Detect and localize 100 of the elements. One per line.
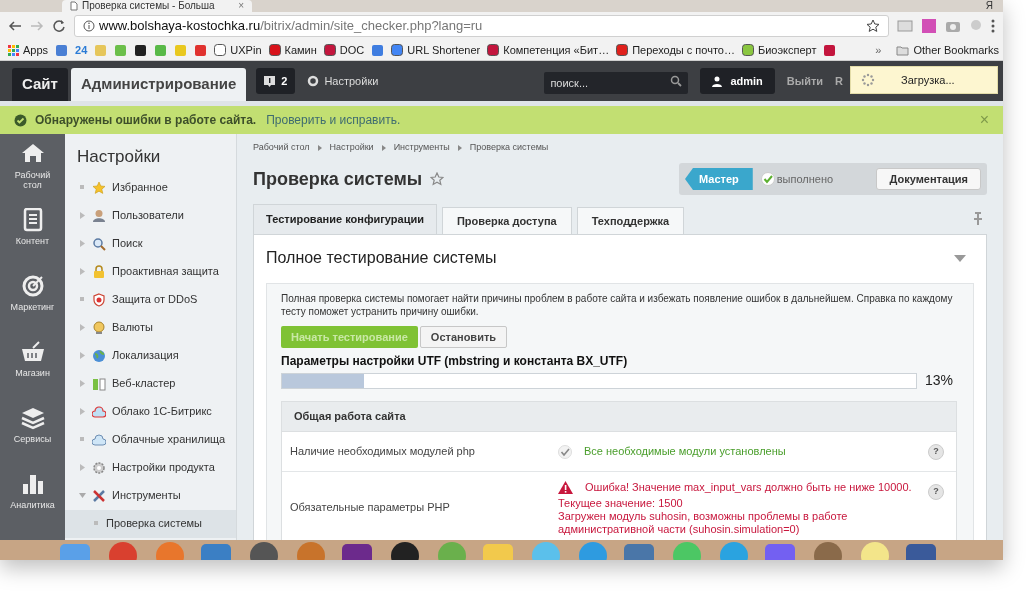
table-cell-text: Обязательные параметры PHP xyxy=(290,500,450,516)
breadcrumb-link[interactable]: Настройки xyxy=(329,141,374,155)
search-icon xyxy=(670,75,683,87)
stop-button[interactable]: Остановить xyxy=(419,326,508,348)
logout-link[interactable]: Выйти xyxy=(786,72,824,90)
nav-item[interactable]: Рабочий стол xyxy=(2,142,63,196)
menu-item[interactable]: Валюты xyxy=(65,313,236,342)
lock-icon xyxy=(92,264,106,279)
breadcrumb-link[interactable]: Рабочий стол xyxy=(253,141,310,155)
nav-item[interactable]: Маркетинг xyxy=(2,274,63,328)
help-button[interactable]: ? xyxy=(928,484,944,500)
chevron-icon xyxy=(457,145,462,151)
breadcrumb-link[interactable]: Проверка системы xyxy=(469,141,549,155)
collapse-arrow-icon xyxy=(79,492,86,499)
bookmark-link[interactable]: Переходы с почто… xyxy=(616,41,735,59)
more-bookmarks-button[interactable]: » xyxy=(875,41,882,59)
info-icon xyxy=(83,20,95,32)
pin-icon xyxy=(973,212,983,226)
menu-item[interactable]: Проверка системы xyxy=(65,509,236,538)
browser-tab[interactable]: Проверка системы - Больша × xyxy=(62,0,252,12)
menu-item[interactable]: Защита от DDoS xyxy=(65,285,236,314)
expand-arrow-icon xyxy=(79,380,86,387)
bullet-icon xyxy=(79,436,86,443)
address-field[interactable]: www.bolshaya-kostochka.ru/bitrix/admin/site_checker.php?lang=ru xyxy=(74,15,889,37)
description-text: Полная проверка системы помогает найти причины проблем в работе сайта и избежать появление ошибок в дальнейшем. Справка по каждому тесту поможет устранить причину ошибки. xyxy=(281,292,954,318)
status-message: Все необходимые модули установлены xyxy=(584,444,786,460)
cloud-icon xyxy=(92,404,106,419)
bookmark-link[interactable]: Камин xyxy=(268,41,317,59)
expand-arrow-icon xyxy=(79,268,86,275)
camera-icon xyxy=(945,19,961,33)
url-text: www.bolshaya-kostochka.ru/bitrix/admin/site_checker.php?lang=ru xyxy=(99,17,483,36)
expand-arrow-icon xyxy=(79,240,86,247)
menu-item[interactable]: Инструменты xyxy=(65,481,236,510)
tab[interactable]: Техподдержка xyxy=(576,207,685,234)
alert-text: Обнаружены ошибки в работе сайта. xyxy=(35,112,257,129)
bookmark-link[interactable]: Apps xyxy=(8,41,49,59)
loading-text: Загрузка... xyxy=(901,72,955,88)
menu-item[interactable]: Пользователи xyxy=(65,201,236,230)
admin-tab[interactable]: Сайт xyxy=(12,68,68,101)
bookmark-link[interactable]: 24 xyxy=(75,41,88,59)
menu-item[interactable]: Веб-кластер xyxy=(65,369,236,398)
apps-icon xyxy=(8,44,19,56)
documentation-button[interactable]: Документация xyxy=(876,168,981,190)
basket-icon xyxy=(20,340,45,364)
table-group-header: Общая работа сайта xyxy=(282,402,956,432)
breadcrumb-link[interactable]: Инструменты xyxy=(393,141,450,155)
status-message: Ошибка! Значение max_input_vars должно быть не ниже 10000. xyxy=(585,479,912,495)
menu-item[interactable]: Облако 1С-Битрикс xyxy=(65,397,236,426)
status-label: выполнено xyxy=(760,170,834,188)
extension-icon xyxy=(921,18,937,34)
layers-icon xyxy=(20,406,45,430)
bookmark-link[interactable]: URL Shortener xyxy=(391,41,481,59)
shield-icon xyxy=(92,292,106,307)
expand-arrow-icon xyxy=(79,212,86,219)
star-icon xyxy=(866,19,880,33)
close-icon[interactable]: × xyxy=(238,1,244,11)
collapse-icon xyxy=(954,254,966,262)
bookmark-link[interactable]: Компетенция «Бит… xyxy=(487,41,610,59)
notifications-button[interactable]: 2 xyxy=(256,68,296,94)
menu-item[interactable]: Избранное xyxy=(65,173,236,202)
expand-arrow-icon xyxy=(79,408,86,415)
bookmark-icon[interactable] xyxy=(134,43,148,57)
settings-link[interactable]: Настройки xyxy=(307,72,379,90)
table-cell-text: Наличие необходимых модулей php xyxy=(290,444,475,460)
expand-arrow-icon xyxy=(79,464,86,471)
warning-icon xyxy=(558,480,573,494)
menu-item[interactable]: Локализация xyxy=(65,341,236,370)
user-button[interactable]: admin xyxy=(700,68,775,94)
menu-item[interactable]: Поиск xyxy=(65,229,236,258)
spinner-icon xyxy=(861,73,875,87)
admin-tab[interactable]: Администрирование xyxy=(70,68,247,101)
page-icon xyxy=(70,1,78,11)
nav-item[interactable]: Аналитика xyxy=(2,472,63,526)
expand-arrow-icon xyxy=(79,352,86,359)
help-button[interactable]: ? xyxy=(928,444,944,460)
gear-icon xyxy=(92,460,106,475)
tools-icon xyxy=(92,488,106,503)
bookmark-link[interactable]: DOC xyxy=(323,41,365,59)
menu-item[interactable]: Облачные хранилища xyxy=(65,425,236,454)
menu-item[interactable]: Проактивная защита xyxy=(65,257,236,286)
nav-item[interactable]: Сервисы xyxy=(2,406,63,460)
bookmark-link[interactable]: UXPin xyxy=(214,41,262,59)
nav-item[interactable]: Контент xyxy=(2,208,63,262)
bullet-icon xyxy=(93,520,100,527)
search-field[interactable]: поиск... xyxy=(544,72,689,94)
search-icon xyxy=(92,236,106,251)
chevron-icon xyxy=(381,145,386,151)
target-icon xyxy=(20,274,45,298)
tab[interactable]: Тестирование конфигурации xyxy=(253,204,437,234)
notification-icon xyxy=(264,75,276,87)
tab[interactable]: Проверка доступа xyxy=(441,207,572,234)
profile-letter[interactable]: Я xyxy=(985,0,993,12)
nav-item[interactable]: Магазин xyxy=(2,340,63,394)
user-icon xyxy=(712,75,723,87)
bookmark-link[interactable]: Биоэксперт xyxy=(741,41,817,59)
bookmark-folder[interactable]: Other Bookmarks xyxy=(896,41,999,59)
server-icon xyxy=(92,376,106,391)
fix-link[interactable]: Проверить и исправить. xyxy=(266,111,401,129)
menu-item[interactable]: Настройки продукта xyxy=(65,453,236,482)
back-icon xyxy=(8,20,22,32)
